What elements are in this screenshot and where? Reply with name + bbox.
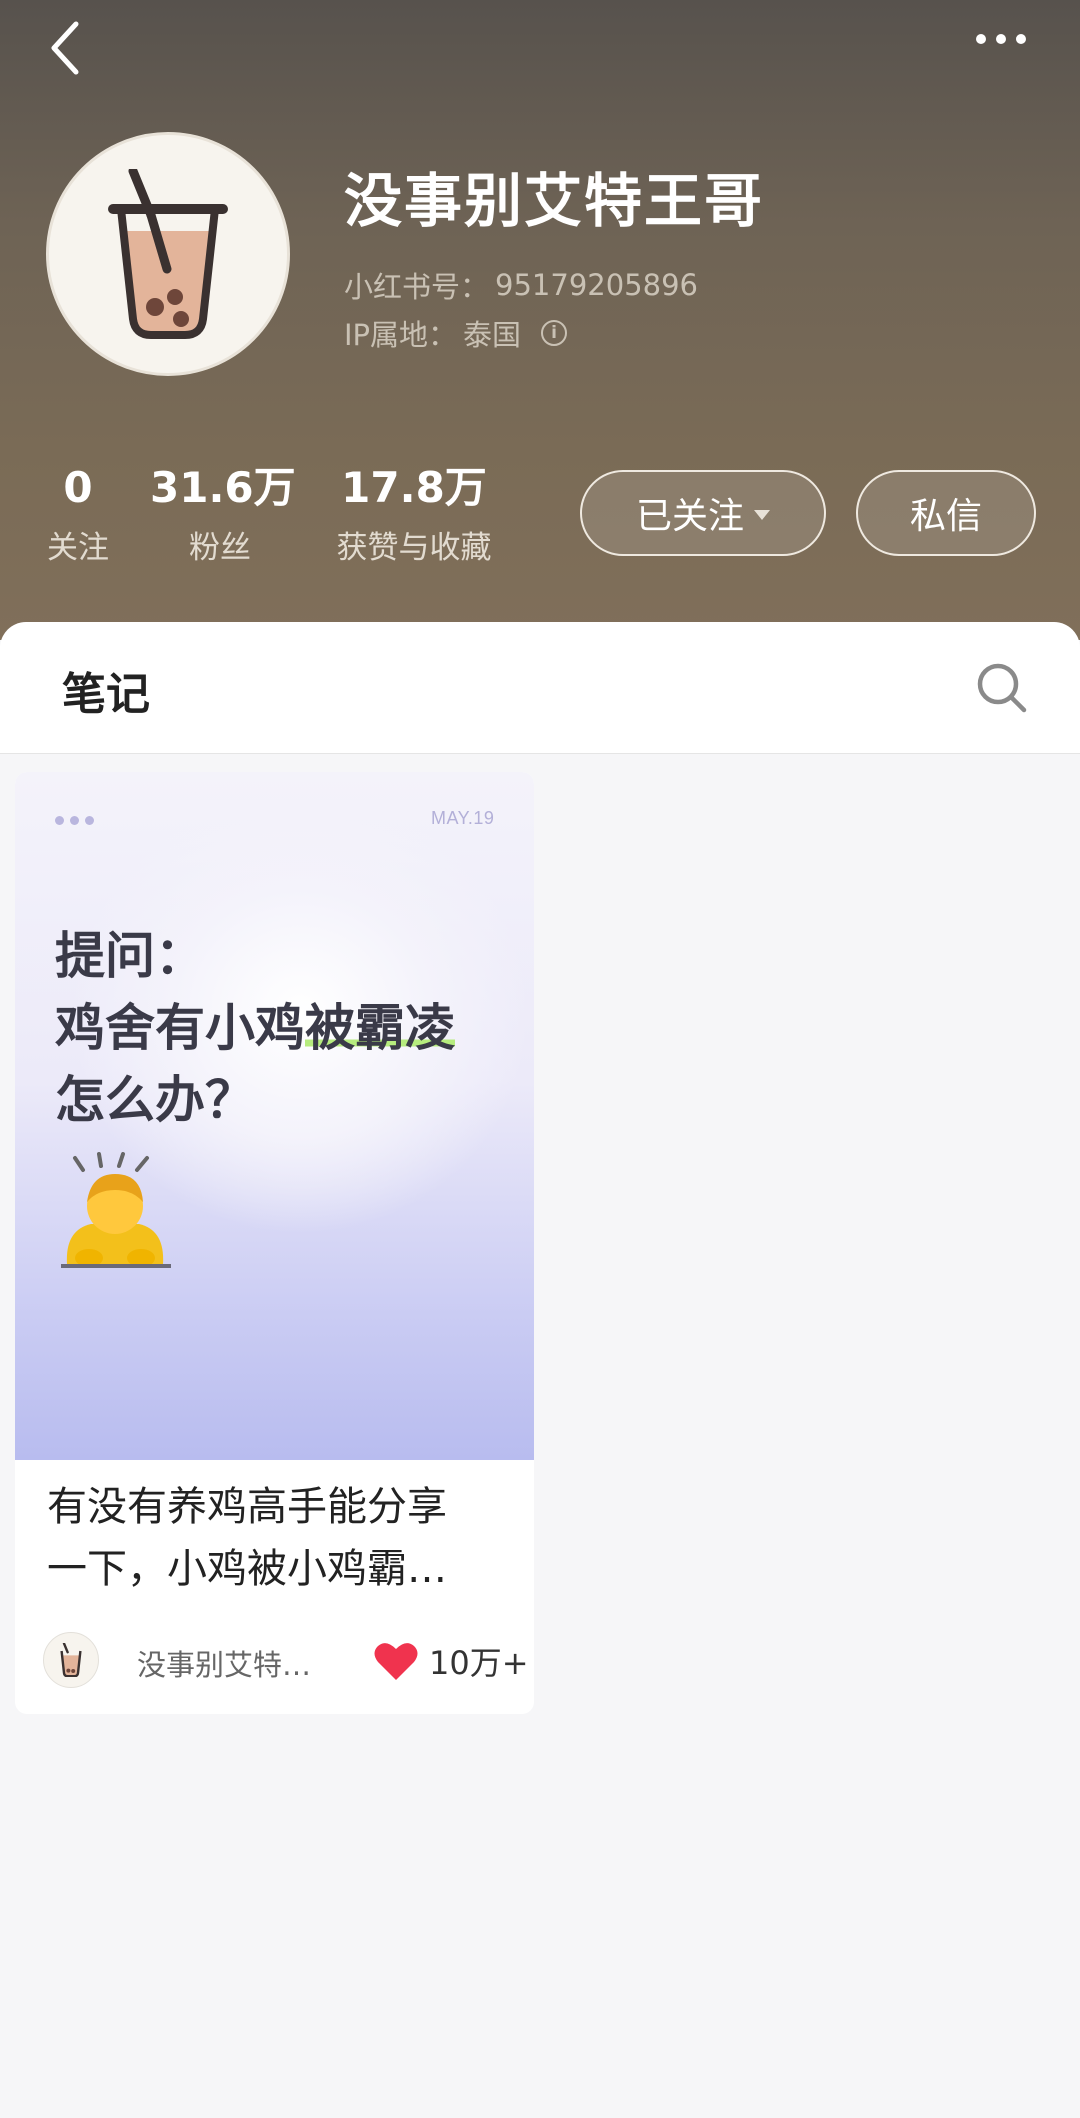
ip-value: 泰国: [463, 318, 522, 352]
cover-title: 提问： 鸡舍有小鸡被霸凌 怎么办？: [55, 920, 455, 1136]
cover-date: MAY.19: [431, 808, 495, 828]
note-cover[interactable]: MAY.19 提问： 鸡舍有小鸡被霸凌 怎么办？: [15, 772, 534, 1460]
message-button[interactable]: 私信: [856, 470, 1036, 556]
more-dots-icon: [976, 34, 986, 44]
stat-likes[interactable]: 17.8万 获赞与收藏: [328, 462, 500, 567]
search-button[interactable]: [974, 660, 1030, 716]
following-button[interactable]: 已关注: [580, 470, 826, 556]
cover-title-line: 怎么办？: [55, 1071, 255, 1129]
ip-label: IP属地：: [344, 318, 458, 352]
milk-tea-icon: [108, 169, 228, 339]
person-bowing-icon: [61, 1152, 171, 1268]
stat-followers-count: 31.6万: [150, 463, 296, 512]
red-id-value: 95179205896: [495, 268, 698, 302]
chevron-left-icon: [51, 21, 79, 75]
cover-title-line: 鸡舍有小鸡被霸凌: [55, 999, 455, 1057]
info-icon[interactable]: i: [541, 320, 568, 346]
milk-tea-icon: [60, 1643, 82, 1677]
note-footer: 没事别艾特… 10万+: [43, 1632, 529, 1688]
author-avatar[interactable]: [43, 1632, 99, 1688]
cover-title-line: 提问：: [55, 927, 205, 985]
red-id-label: 小红书号：: [344, 270, 490, 304]
stat-likes-label: 获赞与收藏: [336, 530, 492, 566]
author-name[interactable]: 没事别艾特…: [137, 1642, 311, 1684]
red-id: 小红书号： 95179205896: [344, 264, 698, 306]
search-icon: [977, 663, 1027, 713]
highlighted-text: 被霸凌: [305, 999, 455, 1057]
content-tabbar: 笔记: [0, 622, 1080, 754]
stat-following-label: 关注: [47, 530, 109, 566]
note-title-line: 一下，小鸡被小鸡霸…: [47, 1546, 447, 1592]
nickname: 没事别艾特王哥: [344, 167, 765, 235]
cover-dots-decoration: [55, 816, 94, 825]
stat-following[interactable]: 0 关注: [40, 462, 116, 567]
following-label: 已关注: [635, 496, 744, 537]
stat-followers[interactable]: 31.6万 粉丝: [150, 462, 296, 567]
back-button[interactable]: [42, 18, 98, 82]
note-title[interactable]: 有没有养鸡高手能分享 一下，小鸡被小鸡霸…: [47, 1476, 517, 1600]
tab-notes[interactable]: 笔记: [62, 658, 150, 722]
stat-followers-label: 粉丝: [189, 530, 251, 566]
profile-header: 没事别艾特王哥 小红书号： 95179205896 IP属地： 泰国 i 0 关注 …: [0, 0, 1080, 640]
like-button[interactable]: 10万+: [373, 1638, 529, 1684]
message-label: 私信: [909, 496, 982, 537]
heart-icon: [374, 1643, 418, 1680]
stat-likes-count: 17.8万: [341, 463, 487, 512]
ip-location: IP属地： 泰国 i: [344, 312, 568, 354]
note-title-line: 有没有养鸡高手能分享: [47, 1484, 447, 1530]
stat-following-count: 0: [63, 463, 93, 512]
like-count: 10万+: [429, 1644, 529, 1682]
caret-down-icon: [754, 510, 770, 520]
more-button[interactable]: [966, 22, 1036, 56]
note-card[interactable]: MAY.19 提问： 鸡舍有小鸡被霸凌 怎么办？ 有没有养鸡高手能分享 一下，小…: [15, 772, 534, 1714]
avatar[interactable]: [46, 132, 290, 376]
